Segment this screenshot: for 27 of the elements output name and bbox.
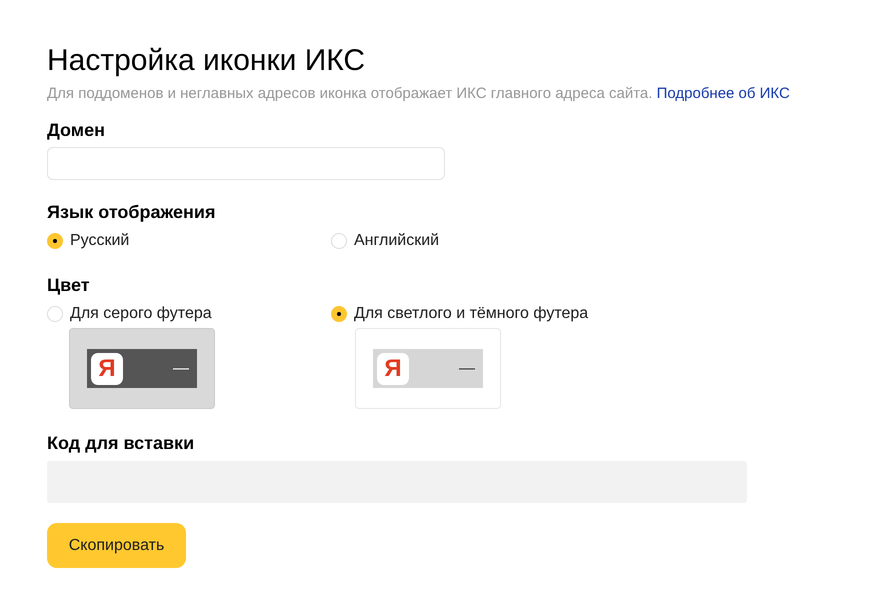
section-label: Цвет [47, 274, 91, 297]
section-label: Код для вставки [47, 432, 196, 455]
page-title: Настройка иконки ИКС [47, 43, 366, 79]
more-link[interactable]: Подробнее об ИКС [656, 85, 790, 102]
radio-option[interactable]: Для серого футера [47, 302, 331, 326]
radio-option[interactable]: Английский [331, 229, 615, 253]
radio-label: Для светлого и тёмного футера [354, 305, 588, 323]
logo-icon: Я [377, 352, 409, 384]
copy-button[interactable]: Скопировать [47, 523, 186, 568]
field-label: Домен [47, 119, 106, 142]
radio-icon[interactable] [47, 306, 63, 322]
value-text: — [459, 360, 475, 378]
radio-label: Для серого футера [70, 305, 212, 323]
value-text: — [173, 360, 189, 378]
radio-label: Русский [70, 232, 130, 250]
logo-icon: Я [91, 352, 123, 384]
preview-card[interactable]: Я — [355, 328, 501, 409]
radio-option[interactable]: Русский [47, 229, 331, 253]
description-text: Для поддоменов и неглавных адресов иконка отображает ИКС главного адреса сайта. Подробнее об ИКС [47, 84, 791, 104]
radio-label: Английский [354, 232, 440, 250]
section-label: Язык отображения [47, 201, 216, 224]
preview-card[interactable]: Я — [69, 328, 215, 409]
radio-icon[interactable] [331, 306, 347, 322]
radio-icon[interactable] [47, 233, 63, 249]
radio-option[interactable]: Для светлого и тёмного футера [331, 302, 615, 326]
radio-icon[interactable] [331, 233, 347, 249]
domain-input[interactable] [47, 147, 445, 180]
